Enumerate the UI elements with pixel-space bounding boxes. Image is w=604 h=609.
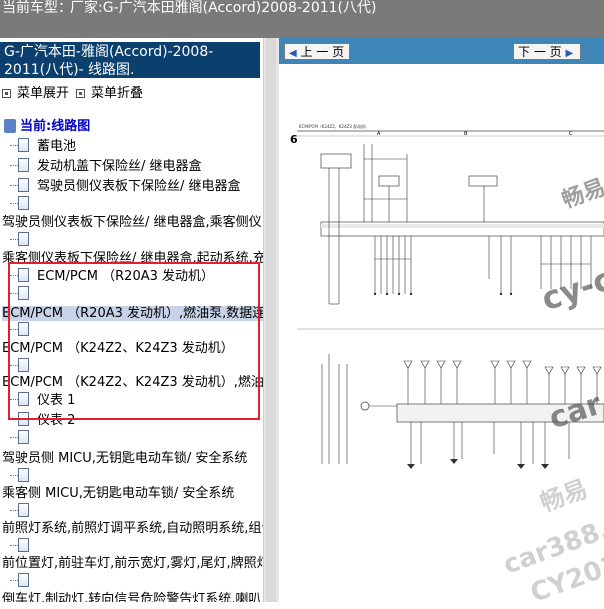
diagram-header-text: ECM/PCM（K24Z2、K24Z3 发动机） [299, 123, 369, 129]
tree-item-label: 乘客侧 MICU,无钥匙电动车锁/ 安全系统 [2, 486, 235, 501]
tree-item-label: 前位置灯,前驻车灯,前示宽灯,雾灯,尾灯,牌照灯 [2, 556, 263, 571]
prev-page-label: 上 一 页 [300, 45, 345, 59]
diagram-page-number: 6 [290, 133, 298, 146]
diagram-column-a: A [377, 131, 381, 137]
menu-expand-label: 菜单展开 [17, 86, 70, 101]
tree-item[interactable]: 蓄电池 [10, 138, 77, 156]
red-highlight-annotation [8, 262, 260, 420]
tree-item-label: 驾驶员侧仪表板下保险丝/ 继电器盒 [37, 179, 241, 194]
wiring-diagram[interactable]: 6 ECM/PCM（K24Z2、K24Z3 发动机） A B C 畅易 cy-c… [279, 64, 604, 609]
diagram-column-b: B [464, 131, 468, 137]
tree-item[interactable] [10, 503, 37, 521]
menu-expand-button[interactable]: 菜单展开 [2, 82, 69, 101]
tree-item[interactable]: 倒车灯,制动灯,转向信号危险警告灯系统,喇叭 [2, 591, 261, 602]
document-icon [10, 538, 29, 552]
sidebar-scrollbar[interactable] [263, 38, 279, 602]
document-icon [10, 178, 29, 192]
expand-icon [2, 89, 11, 98]
tree-item-label: 驾驶员侧仪表板下保险丝/ 继电器盒,乘客侧仪 [2, 215, 262, 230]
tree-root[interactable]: 当前:线路图 [4, 118, 90, 136]
folder-icon [4, 119, 16, 133]
top-title-bar: 当前车型： 厂家:G-广汽本田雅阁(Accord)2008-2011(八代) [0, 0, 604, 38]
menu-collapse-button[interactable]: 菜单折叠 [76, 82, 143, 101]
wiring-diagram-svg: 6 ECM/PCM（K24Z2、K24Z3 发动机） A B C [290, 123, 604, 469]
menu-toggle-row: 菜单展开 菜单折叠 [0, 82, 260, 101]
next-page-button[interactable]: 下 一 页 ▶ [513, 43, 581, 60]
document-icon [10, 158, 29, 172]
tree-item[interactable]: 前位置灯,前驻车灯,前示宽灯,雾灯,尾灯,牌照灯 [2, 555, 263, 573]
tree-item-label: 前照灯系统,前照灯调平系统,自动照明系统,组合 [2, 521, 263, 536]
document-icon [10, 430, 29, 444]
document-icon [10, 503, 29, 517]
tree-item-label: 发动机盖下保险丝/ 继电器盒 [37, 159, 202, 174]
tree-item[interactable]: 驾驶员侧 MICU,无钥匙电动车锁/ 安全系统 [2, 450, 247, 468]
vehicle-name-label: 厂家:G-广汽本田雅阁(Accord)2008-2011(八代) [70, 0, 377, 16]
tree-item[interactable]: 发动机盖下保险丝/ 继电器盒 [10, 158, 202, 176]
tree-item[interactable]: 驾驶员侧仪表板下保险丝/ 继电器盒 [10, 178, 241, 196]
tree-item[interactable] [10, 232, 37, 250]
tree-item[interactable] [10, 468, 37, 486]
tree-root-label: 当前:线路图 [20, 119, 91, 134]
page-toolbar: ◀ 上 一 页 下 一 页 ▶ [279, 38, 604, 64]
diagram-viewer: ◀ 上 一 页 下 一 页 ▶ 6 ECM/PCM（K24Z2、K24Z3 发动… [279, 38, 604, 609]
document-icon [10, 138, 29, 152]
document-icon [10, 573, 29, 587]
document-icon [10, 468, 29, 482]
document-icon [10, 196, 29, 210]
tree-item[interactable] [10, 196, 37, 214]
next-page-label: 下 一 页 [518, 45, 562, 59]
tree-item[interactable] [10, 430, 37, 448]
tree-item[interactable]: 乘客侧 MICU,无钥匙电动车锁/ 安全系统 [2, 485, 234, 503]
tree-item-label: 驾驶员侧 MICU,无钥匙电动车锁/ 安全系统 [2, 451, 248, 466]
document-icon [10, 232, 29, 246]
tree-item[interactable] [10, 538, 37, 556]
arrow-right-icon: ▶ [565, 48, 574, 59]
tree-item[interactable]: 前照灯系统,前照灯调平系统,自动照明系统,组合 [2, 520, 263, 538]
sidebar-title: G-广汽本田-雅阁(Accord)-2008-2011(八代)- 线路图. [0, 42, 260, 78]
arrow-left-icon: ◀ [289, 48, 297, 59]
prev-page-button[interactable]: ◀ 上 一 页 [284, 43, 350, 60]
tree-item[interactable]: 驾驶员侧仪表板下保险丝/ 继电器盒,乘客侧仪 [2, 214, 262, 232]
tree-item-label: 倒车灯,制动灯,转向信号危险警告灯系统,喇叭 [2, 592, 262, 602]
collapse-icon [76, 89, 85, 98]
scrollbar-thumb[interactable] [266, 38, 276, 602]
diagram-column-c: C [569, 131, 573, 137]
vehicle-prefix-label: 当前车型： [2, 0, 72, 16]
tree-item-label: 蓄电池 [37, 139, 77, 154]
menu-collapse-label: 菜单折叠 [91, 86, 144, 101]
tree-item[interactable] [10, 573, 37, 591]
